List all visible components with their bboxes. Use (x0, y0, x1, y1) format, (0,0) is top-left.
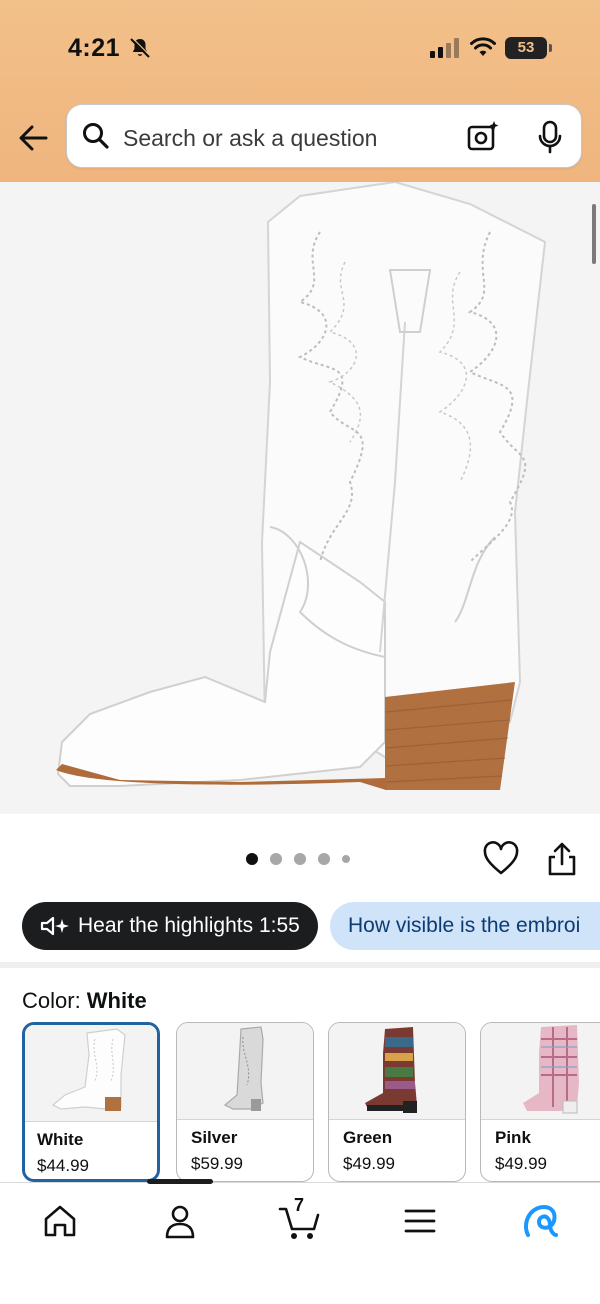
search-input[interactable]: Search or ask a question (123, 125, 377, 152)
carousel-dot[interactable] (342, 855, 350, 863)
section-divider (0, 962, 600, 968)
color-label-prefix: Color: (22, 988, 87, 1013)
swatch-image (481, 1023, 600, 1119)
header: 4:21 53 Search or ask a question (0, 0, 600, 182)
pink-boot-thumbnail (523, 1025, 579, 1114)
camera-search-icon[interactable] (465, 119, 501, 155)
color-swatches: White $44.99 Silver $59.99 Green $49.99 … (22, 1022, 600, 1184)
nav-active-indicator (147, 1179, 213, 1184)
swatch-name: White (37, 1130, 84, 1149)
color-option-white[interactable]: White $44.99 (22, 1022, 160, 1182)
carousel-dot[interactable] (246, 853, 258, 865)
swatch-price: $49.99 (343, 1154, 395, 1173)
question-chip[interactable]: How visible is the embroi (330, 902, 600, 950)
bottom-navigation: 7 (0, 1179, 600, 1304)
account-icon[interactable] (156, 1197, 204, 1245)
swatch-image (177, 1023, 313, 1119)
heart-icon[interactable] (482, 840, 520, 878)
hear-highlights-button[interactable]: Hear the highlights 1:55 (22, 902, 318, 950)
search-icon (83, 123, 109, 149)
color-label: Color: White (22, 988, 147, 1014)
swatch-image (25, 1025, 157, 1121)
swatch-info: Pink $49.99 (481, 1119, 600, 1181)
home-icon[interactable] (36, 1197, 84, 1245)
boot-illustration (56, 182, 547, 790)
speaker-sparkle-icon (40, 917, 69, 936)
menu-icon[interactable] (396, 1197, 444, 1245)
cart-count: 7 (294, 1195, 305, 1215)
hear-highlights-label: Hear the highlights 1:55 (78, 914, 300, 937)
color-option-green[interactable]: Green $49.99 (328, 1022, 466, 1182)
bell-muted-icon (130, 37, 151, 58)
microphone-icon[interactable] (535, 119, 565, 155)
swatch-price: $44.99 (37, 1156, 89, 1175)
cart-button[interactable]: 7 (276, 1195, 324, 1245)
green-boot-thumbnail (365, 1027, 417, 1113)
carousel-dot[interactable] (318, 853, 330, 865)
swatch-info: White $44.99 (25, 1121, 157, 1179)
white-boot-thumbnail (51, 1028, 126, 1111)
swatch-name: Pink (495, 1128, 531, 1147)
search-bar[interactable]: Search or ask a question (66, 104, 582, 168)
highlight-chips: Hear the highlights 1:55 How visible is … (22, 902, 600, 950)
back-arrow-icon[interactable] (14, 118, 54, 158)
swatch-price: $59.99 (191, 1154, 243, 1173)
carousel-dot[interactable] (294, 853, 306, 865)
wifi-icon (470, 37, 496, 56)
swatch-price: $49.99 (495, 1154, 547, 1173)
carousel-dots[interactable] (246, 853, 350, 865)
color-option-pink[interactable]: Pink $49.99 (480, 1022, 600, 1182)
swatch-info: Silver $59.99 (177, 1119, 313, 1181)
status-bar: 4:21 53 (0, 0, 600, 96)
image-scrollbar[interactable] (592, 204, 596, 264)
color-option-silver[interactable]: Silver $59.99 (176, 1022, 314, 1182)
question-chip-label: How visible is the embroi (348, 914, 581, 937)
swatch-info: Green $49.99 (329, 1119, 465, 1181)
carousel-dot[interactable] (270, 853, 282, 865)
alexa-icon[interactable] (516, 1197, 564, 1245)
swatch-name: Silver (191, 1128, 238, 1147)
battery-indicator: 53 (505, 37, 552, 59)
share-icon[interactable] (545, 840, 579, 878)
product-image[interactable] (0, 182, 600, 814)
selected-color-name: White (86, 988, 147, 1013)
swatch-name: Green (343, 1128, 393, 1147)
status-time: 4:21 (68, 34, 121, 62)
silver-boot-thumbnail (223, 1026, 264, 1111)
signal-icon (430, 38, 459, 58)
swatch-image (329, 1023, 465, 1119)
